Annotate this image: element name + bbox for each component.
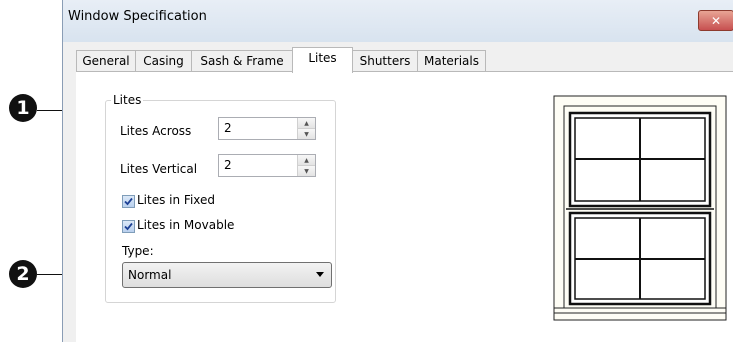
tab-shutters[interactable]: Shutters xyxy=(352,50,418,71)
tab-sash-frame[interactable]: Sash & Frame xyxy=(191,50,293,71)
lites-across-spin-buttons: ▲ ▼ xyxy=(297,118,315,139)
spin-up-arrow-icon[interactable]: ▲ xyxy=(298,118,315,129)
lites-vertical-spin-buttons: ▲ ▼ xyxy=(297,155,315,176)
chevron-down-icon xyxy=(316,272,324,277)
checkmark-icon xyxy=(124,222,133,231)
lites-vertical-label: Lites Vertical xyxy=(120,162,198,176)
lites-vertical-spinner[interactable]: 2 ▲ ▼ xyxy=(218,154,316,177)
callout-1: 1 xyxy=(9,94,37,122)
dialog-window: Window Specification ✕ General Casing Sa… xyxy=(62,0,733,343)
lites-across-spinner[interactable]: 2 ▲ ▼ xyxy=(218,117,316,140)
lites-in-movable-checkbox[interactable] xyxy=(122,220,135,233)
lites-in-fixed-label[interactable]: Lites in Fixed xyxy=(137,193,215,207)
lites-group-legend: Lites xyxy=(111,93,144,107)
tab-lites[interactable]: Lites xyxy=(292,47,353,73)
spin-down-arrow-icon[interactable]: ▼ xyxy=(298,129,315,139)
tab-materials[interactable]: Materials xyxy=(417,50,486,71)
close-icon: ✕ xyxy=(710,13,722,28)
callout-2: 2 xyxy=(9,260,37,288)
lites-vertical-value[interactable]: 2 xyxy=(224,158,232,172)
checkmark-icon xyxy=(124,197,133,206)
title-bar: Window Specification ✕ xyxy=(63,0,733,42)
tab-general[interactable]: General xyxy=(76,50,136,71)
lites-across-value[interactable]: 2 xyxy=(224,121,232,135)
spin-down-arrow-icon[interactable]: ▼ xyxy=(298,166,315,176)
type-label: Type: xyxy=(122,244,154,258)
lites-in-movable-label[interactable]: Lites in Movable xyxy=(137,218,234,232)
spin-up-arrow-icon[interactable]: ▲ xyxy=(298,155,315,166)
close-button[interactable]: ✕ xyxy=(698,10,733,31)
window-preview xyxy=(550,87,730,343)
dialog-title: Window Specification xyxy=(68,9,207,24)
lites-across-label: Lites Across xyxy=(120,124,192,138)
type-dropdown-value: Normal xyxy=(128,268,172,282)
tab-casing[interactable]: Casing xyxy=(135,50,192,71)
type-dropdown[interactable]: Normal xyxy=(122,262,332,288)
window-preview-drawing xyxy=(553,95,727,321)
tab-panel-lites: Lites Lites Across 2 ▲ ▼ Lites Vertical … xyxy=(76,71,733,343)
lites-in-fixed-checkbox[interactable] xyxy=(122,195,135,208)
